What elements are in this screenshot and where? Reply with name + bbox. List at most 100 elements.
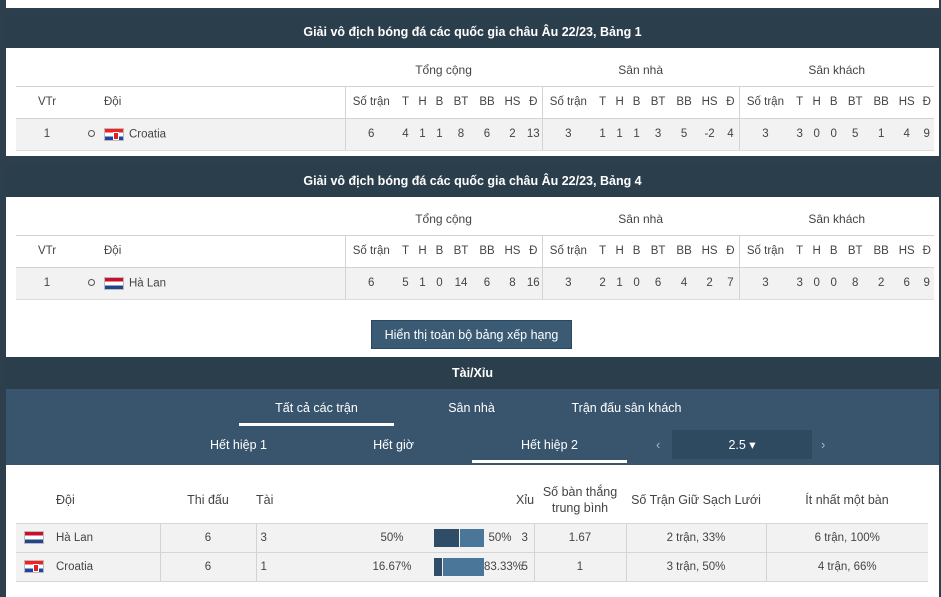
col-w[interactable]: T <box>594 85 612 119</box>
over-pct: 50% <box>350 522 434 553</box>
col-gf[interactable]: BT <box>645 234 672 268</box>
col-gd[interactable]: HS <box>500 85 525 119</box>
col-gd[interactable]: HS <box>697 85 723 119</box>
col-team[interactable]: Đội <box>104 234 345 268</box>
col-rank[interactable]: VTr <box>16 85 78 119</box>
col-played[interactable]: Số trận <box>541 85 595 119</box>
show-full-standings-button[interactable]: Hiển thị toàn bộ bảng xếp hạng <box>371 320 572 349</box>
bar-over-segment <box>434 557 442 576</box>
over-under-table-wrap: Đội Thi đấu Tài Xỉu Số bàn thắng trung b… <box>6 465 939 597</box>
col-gf[interactable]: BT <box>842 85 869 119</box>
col-pts[interactable]: Đ <box>919 234 935 268</box>
team-name[interactable]: Hà Lan <box>56 522 160 553</box>
team-name[interactable]: Hà Lan <box>129 277 166 289</box>
col-pts[interactable]: Đ <box>722 234 740 268</box>
total-gf: 8 <box>448 118 474 151</box>
tab-second-half[interactable]: Hết hiệp 2 <box>472 426 627 463</box>
home-played: 3 <box>541 118 595 151</box>
col-gd[interactable]: HS <box>894 85 920 119</box>
away-pts: 9 <box>919 267 935 300</box>
col-ga[interactable]: BB <box>671 85 698 119</box>
tab-full-time[interactable]: Hết giờ <box>316 426 471 463</box>
col-ga[interactable]: BB <box>671 234 698 268</box>
over-value: 3 <box>255 522 298 553</box>
away-w: 3 <box>791 118 809 151</box>
col-played: Thi đấu <box>187 492 229 507</box>
col-d[interactable]: H <box>414 234 431 268</box>
col-played[interactable]: Số trận <box>344 234 397 268</box>
col-d[interactable]: H <box>414 85 431 119</box>
standings-table: Tổng cộng Sân nhà Sân khách VTr Đội Số t… <box>16 54 935 151</box>
line-select[interactable]: 2.5 ▾ <box>672 430 812 459</box>
over-under-bar <box>434 557 484 576</box>
col-d[interactable]: H <box>611 85 629 119</box>
home-d: 1 <box>611 267 629 300</box>
total-pts: 16 <box>525 267 543 300</box>
col-gf[interactable]: BT <box>448 234 474 268</box>
col-rank[interactable]: VTr <box>16 234 78 268</box>
chevron-right-icon[interactable]: › <box>821 437 825 452</box>
home-w: 1 <box>594 118 612 151</box>
col-l[interactable]: B <box>825 85 843 119</box>
col-played[interactable]: Số trận <box>738 85 792 119</box>
col-gf[interactable]: BT <box>842 234 869 268</box>
col-l[interactable]: B <box>628 234 646 268</box>
col-w[interactable]: T <box>791 234 809 268</box>
col-pts[interactable]: Đ <box>722 85 740 119</box>
col-played[interactable]: Số trận <box>541 234 595 268</box>
home-gd: -2 <box>697 118 723 151</box>
col-team[interactable]: Đội <box>104 85 345 119</box>
col-ga[interactable]: BB <box>474 85 500 119</box>
col-gd[interactable]: HS <box>500 234 525 268</box>
standings-title: Giải vô địch bóng đá các quốc gia châu Â… <box>6 164 939 197</box>
over-value: 1 <box>255 551 298 582</box>
over-under-title: Tài/Xỉu <box>6 357 939 389</box>
tab-home[interactable]: Sân nhà <box>394 389 549 426</box>
total-gd: 8 <box>500 267 525 300</box>
col-ga[interactable]: BB <box>474 234 500 268</box>
col-pts[interactable]: Đ <box>525 234 543 268</box>
col-d[interactable]: H <box>808 234 826 268</box>
col-w[interactable]: T <box>791 85 809 119</box>
away-ga: 1 <box>868 118 895 151</box>
croatia-flag-icon <box>104 127 124 141</box>
total-played: 6 <box>344 118 397 151</box>
tab-all-matches[interactable]: Tất cả các trận <box>239 389 394 426</box>
away-pts: 9 <box>919 118 935 151</box>
col-w[interactable]: T <box>397 234 414 268</box>
team-name[interactable]: Croatia <box>56 551 160 582</box>
col-played[interactable]: Số trận <box>344 85 397 119</box>
col-gf[interactable]: BT <box>645 85 672 119</box>
col-gd[interactable]: HS <box>894 234 920 268</box>
col-over: Tài <box>256 492 274 507</box>
standings-table: Tổng cộng Sân nhà Sân khách VTr Đội Số t… <box>16 203 935 300</box>
col-d[interactable]: H <box>611 234 629 268</box>
col-l[interactable]: B <box>431 85 448 119</box>
col-gd[interactable]: HS <box>697 234 723 268</box>
home-w: 2 <box>594 267 612 300</box>
team-cell[interactable]: Hà Lan <box>104 267 345 300</box>
col-ga[interactable]: BB <box>868 85 895 119</box>
col-ga[interactable]: BB <box>868 234 895 268</box>
col-w[interactable]: T <box>594 234 612 268</box>
col-l[interactable]: B <box>431 234 448 268</box>
col-d[interactable]: H <box>808 85 826 119</box>
tab-first-half[interactable]: Hết hiệp 1 <box>161 426 316 463</box>
total-d: 1 <box>414 118 431 151</box>
col-played[interactable]: Số trận <box>738 234 792 268</box>
col-pts[interactable]: Đ <box>919 85 935 119</box>
away-played: 3 <box>738 267 792 300</box>
total-w: 4 <box>397 118 414 151</box>
team-name[interactable]: Croatia <box>129 128 166 140</box>
bar-over-segment <box>434 528 459 547</box>
col-l[interactable]: B <box>825 234 843 268</box>
table-row: 1 Croatia 6 4 1 1 8 6 2 13 3 1 1 1 3 5 -… <box>16 118 935 151</box>
col-l[interactable]: B <box>628 85 646 119</box>
team-cell[interactable]: Croatia <box>104 118 345 151</box>
col-w[interactable]: T <box>397 85 414 119</box>
col-gf[interactable]: BT <box>448 85 474 119</box>
tab-away[interactable]: Trận đấu sân khách <box>549 389 704 426</box>
chevron-left-icon[interactable]: ‹ <box>656 437 660 452</box>
avg-goals-value: 1 <box>533 551 626 582</box>
col-pts[interactable]: Đ <box>525 85 543 119</box>
